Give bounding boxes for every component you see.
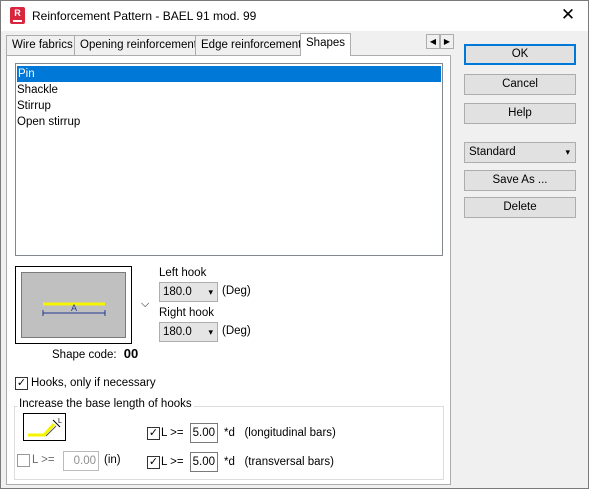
ok-button[interactable]: OK [464,44,576,65]
shape-preview[interactable]: A [15,266,132,344]
longitudinal-length-unit: *d (longitudinal bars) [224,427,336,439]
right-hook-unit: (Deg) [222,325,251,337]
transversal-length-input[interactable]: 5.00 [190,452,218,472]
chevron-down-icon: ▾ [565,147,570,157]
dimension-label: A [71,303,77,313]
tab-wire-fabrics[interactable]: Wire fabrics [6,35,79,55]
window-title: Reinforcement Pattern - BAEL 91 mod. 99 [32,9,257,23]
shape-code-value: 00 [123,346,139,361]
shapes-listbox[interactable]: Pin Shackle Stirrup Open stirrup [15,63,443,256]
list-item[interactable]: Stirrup [16,98,442,114]
longitudinal-length-checkbox[interactable]: ✓ [147,427,160,440]
tab-opening-reinforcement[interactable]: Opening reinforcement [74,35,203,55]
hooks-only-if-necessary-checkbox[interactable]: ✓ [15,377,28,390]
left-hook-value: 180.0 [163,286,192,298]
tab-scroll-right-icon[interactable]: ▶ [440,34,454,49]
transversal-length-label: L >= [161,456,184,468]
shape-code: Shape code: 00 [52,346,138,361]
tab-scroll-left-icon[interactable]: ◀ [426,34,440,49]
chevron-down-icon: ▾ [208,287,213,297]
delete-button[interactable]: Delete [464,197,576,218]
tab-edge-reinforcement[interactable]: Edge reinforcement [195,35,308,55]
standard-select[interactable]: Standard ▾ [464,142,576,163]
left-hook-select[interactable]: 180.0 ▾ [159,282,218,302]
dialog-window: R Reinforcement Pattern - BAEL 91 mod. 9… [0,0,589,489]
shape-code-label: Shape code: [52,349,117,361]
chevron-down-icon[interactable]: ⌵ [141,298,149,311]
list-item[interactable]: Open stirrup [16,114,442,130]
close-icon[interactable]: ✕ [558,5,578,25]
left-hook-unit: (Deg) [222,285,251,297]
right-hook-value: 180.0 [163,326,192,338]
absolute-length-unit: (in) [104,454,121,466]
right-hook-label: Right hook [159,307,214,319]
standard-select-value: Standard [469,146,516,158]
shape-preview-canvas: A [21,272,126,338]
help-button[interactable]: Help [464,103,576,124]
app-logo-icon: R [10,7,25,24]
title-bar: R Reinforcement Pattern - BAEL 91 mod. 9… [1,1,588,31]
hook-shape-icon[interactable]: L [23,413,66,441]
tab-shapes[interactable]: Shapes [300,33,352,56]
absolute-length-checkbox[interactable] [17,454,30,467]
longitudinal-length-input[interactable]: 5.00 [190,423,218,443]
left-hook-label: Left hook [159,267,207,279]
list-item[interactable]: Pin [17,66,441,82]
longitudinal-length-label: L >= [161,427,184,439]
list-item[interactable]: Shackle [16,82,442,98]
cancel-button[interactable]: Cancel [464,74,576,95]
shapes-panel: Pin Shackle Stirrup Open stirrup A ⌵ Sha… [6,55,451,485]
transversal-length-unit: *d (transversal bars) [224,456,334,468]
absolute-length-input[interactable]: 0.00 [63,451,99,471]
save-as-button[interactable]: Save As ... [464,170,576,191]
absolute-length-label: L >= [32,454,55,466]
increase-base-length-title: Increase the base length of hooks [17,398,194,410]
hooks-only-if-necessary-label: Hooks, only if necessary [31,377,156,389]
chevron-down-icon: ▾ [208,327,213,337]
svg-text:L: L [58,418,62,425]
right-hook-select[interactable]: 180.0 ▾ [159,322,218,342]
transversal-length-checkbox[interactable]: ✓ [147,456,160,469]
pin-shape-drawing: A [42,302,106,316]
